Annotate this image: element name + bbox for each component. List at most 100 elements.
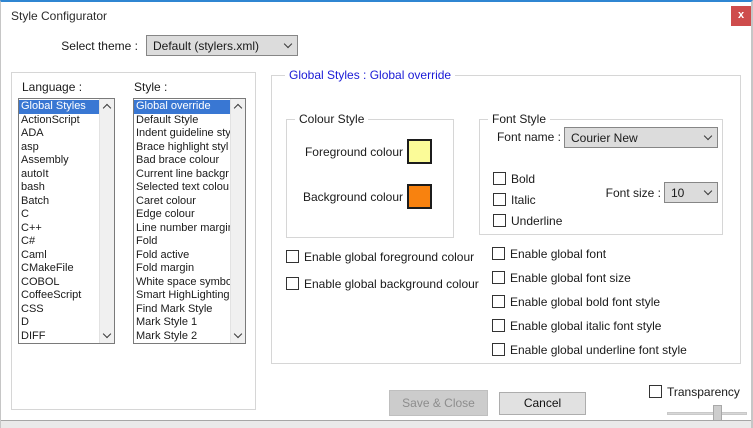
- enable-global-foreground-colour-checkbox[interactable]: [286, 250, 299, 263]
- chevron-down-icon: [703, 186, 713, 196]
- enable-global-font-size-label: Enable global font size: [510, 271, 631, 285]
- list-item[interactable]: Line number margin: [134, 222, 230, 236]
- list-item[interactable]: D: [19, 316, 99, 330]
- list-item[interactable]: Mark Style 1: [134, 316, 230, 330]
- list-item[interactable]: C: [19, 208, 99, 222]
- slider-track: [667, 412, 747, 415]
- window-bottom-edge: [1, 420, 751, 428]
- enable-global-background-colour-label: Enable global background colour: [304, 277, 479, 291]
- scroll-down-icon[interactable]: [231, 328, 246, 343]
- list-item[interactable]: Indent guideline sty: [134, 127, 230, 141]
- checkbox-row-enable-global-bold-font-style: Enable global bold font style: [492, 295, 687, 309]
- enable-global-font-checkbox[interactable]: [492, 247, 505, 260]
- scroll-up-icon[interactable]: [231, 99, 246, 114]
- underline-checkbox[interactable]: [493, 214, 506, 227]
- list-item[interactable]: ActionScript: [19, 114, 99, 128]
- list-item[interactable]: Default Style: [134, 114, 230, 128]
- enable-global-italic-font-style-checkbox[interactable]: [492, 319, 505, 332]
- font-style-options: Bold Italic Underline: [493, 172, 562, 228]
- transparency-checkbox-row: Transparency: [649, 385, 740, 399]
- font-size-label: Font size :: [605, 186, 661, 200]
- background-colour-swatch[interactable]: [407, 184, 432, 209]
- list-item[interactable]: Fold active: [134, 249, 230, 263]
- list-item[interactable]: Find Mark Style: [134, 303, 230, 317]
- list-item[interactable]: Fold: [134, 235, 230, 249]
- checkbox-row-enable-global-font-size: Enable global font size: [492, 271, 687, 285]
- save-and-close-button[interactable]: Save & Close: [389, 390, 488, 416]
- list-item[interactable]: bash: [19, 181, 99, 195]
- checkbox-row-underline: Underline: [493, 214, 562, 228]
- enable-global-font-label: Enable global font: [510, 247, 607, 261]
- list-item[interactable]: Edge colour: [134, 208, 230, 222]
- list-item[interactable]: Mark Style 2: [134, 330, 230, 344]
- list-item[interactable]: asp: [19, 141, 99, 155]
- close-button[interactable]: x: [731, 6, 751, 26]
- language-label: Language :: [22, 80, 83, 94]
- language-scrollbar[interactable]: [99, 99, 114, 343]
- scroll-up-icon[interactable]: [100, 99, 115, 114]
- background-colour-label: Background colour: [302, 190, 403, 204]
- italic-label: Italic: [511, 193, 536, 207]
- bold-checkbox[interactable]: [493, 172, 506, 185]
- list-item[interactable]: autoIt: [19, 168, 99, 182]
- list-item[interactable]: Selected text colou: [134, 181, 230, 195]
- list-item[interactable]: Global override: [134, 100, 230, 114]
- style-configurator-dialog: Style Configurator x Select theme : Defa…: [0, 0, 753, 428]
- list-item[interactable]: Brace highlight styl: [134, 141, 230, 155]
- style-scrollbar[interactable]: [230, 99, 245, 343]
- list-item[interactable]: Assembly: [19, 154, 99, 168]
- theme-select[interactable]: Default (stylers.xml): [146, 35, 298, 56]
- style-listbox[interactable]: Global override Default Style Indent guide…: [133, 98, 246, 344]
- list-item[interactable]: DIFF: [19, 330, 99, 344]
- enable-global-background-colour-checkbox[interactable]: [286, 277, 299, 290]
- transparency-checkbox[interactable]: [649, 385, 662, 398]
- enable-global-underline-font-style-label: Enable global underline font style: [510, 343, 687, 357]
- checkbox-row-italic: Italic: [493, 193, 562, 207]
- list-item[interactable]: CoffeeScript: [19, 289, 99, 303]
- font-name-select-value: Courier New: [571, 130, 638, 145]
- language-listbox[interactable]: Global Styles ActionScript ADA asp Assembly a…: [18, 98, 115, 344]
- font-name-select[interactable]: Courier New: [564, 127, 718, 148]
- theme-select-value: Default (stylers.xml): [153, 38, 260, 53]
- enable-global-underline-font-style-checkbox[interactable]: [492, 343, 505, 356]
- list-item[interactable]: Smart HighLighting: [134, 289, 230, 303]
- transparency-slider-thumb[interactable]: [713, 405, 722, 421]
- style-label: Style :: [134, 80, 168, 94]
- list-item[interactable]: C#: [19, 235, 99, 249]
- list-item[interactable]: CMakeFile: [19, 262, 99, 276]
- italic-checkbox[interactable]: [493, 193, 506, 206]
- enable-global-bold-font-style-checkbox[interactable]: [492, 295, 505, 308]
- list-item[interactable]: Batch: [19, 195, 99, 209]
- list-item[interactable]: CSS: [19, 303, 99, 317]
- font-name-label: Font name :: [496, 130, 561, 144]
- list-item[interactable]: Global Styles: [19, 100, 99, 114]
- list-item[interactable]: Current line backgr: [134, 168, 230, 182]
- chevron-down-icon: [283, 39, 293, 49]
- scroll-down-icon[interactable]: [100, 328, 115, 343]
- bold-label: Bold: [511, 172, 536, 186]
- list-item[interactable]: Caret colour: [134, 195, 230, 209]
- select-theme-label: Select theme :: [61, 39, 138, 53]
- font-size-select[interactable]: 10: [664, 182, 718, 203]
- foreground-colour-swatch[interactable]: [407, 139, 432, 164]
- enable-global-italic-font-style-label: Enable global italic font style: [510, 319, 662, 333]
- enable-global-font-size-checkbox[interactable]: [492, 271, 505, 284]
- panel-title: Global Styles : Global override: [285, 68, 456, 82]
- list-item[interactable]: Fold margin: [134, 262, 230, 276]
- chevron-down-icon: [703, 131, 713, 141]
- list-item[interactable]: White space symbo: [134, 276, 230, 290]
- checkbox-row-enable-global-background-colour: Enable global background colour: [286, 277, 479, 291]
- list-item[interactable]: C++: [19, 222, 99, 236]
- underline-label: Underline: [511, 214, 563, 228]
- list-item[interactable]: Bad brace colour: [134, 154, 230, 168]
- font-size-select-value: 10: [671, 185, 685, 200]
- checkbox-row-enable-global-italic-font-style: Enable global italic font style: [492, 319, 687, 333]
- foreground-colour-label: Foreground colour: [304, 145, 403, 159]
- font-style-title: Font Style: [488, 112, 551, 126]
- list-item[interactable]: COBOL: [19, 276, 99, 290]
- colour-style-groupbox: [286, 119, 454, 238]
- list-item[interactable]: Caml: [19, 249, 99, 263]
- list-item[interactable]: ADA: [19, 127, 99, 141]
- window-title: Style Configurator: [11, 9, 108, 23]
- cancel-button[interactable]: Cancel: [499, 392, 586, 415]
